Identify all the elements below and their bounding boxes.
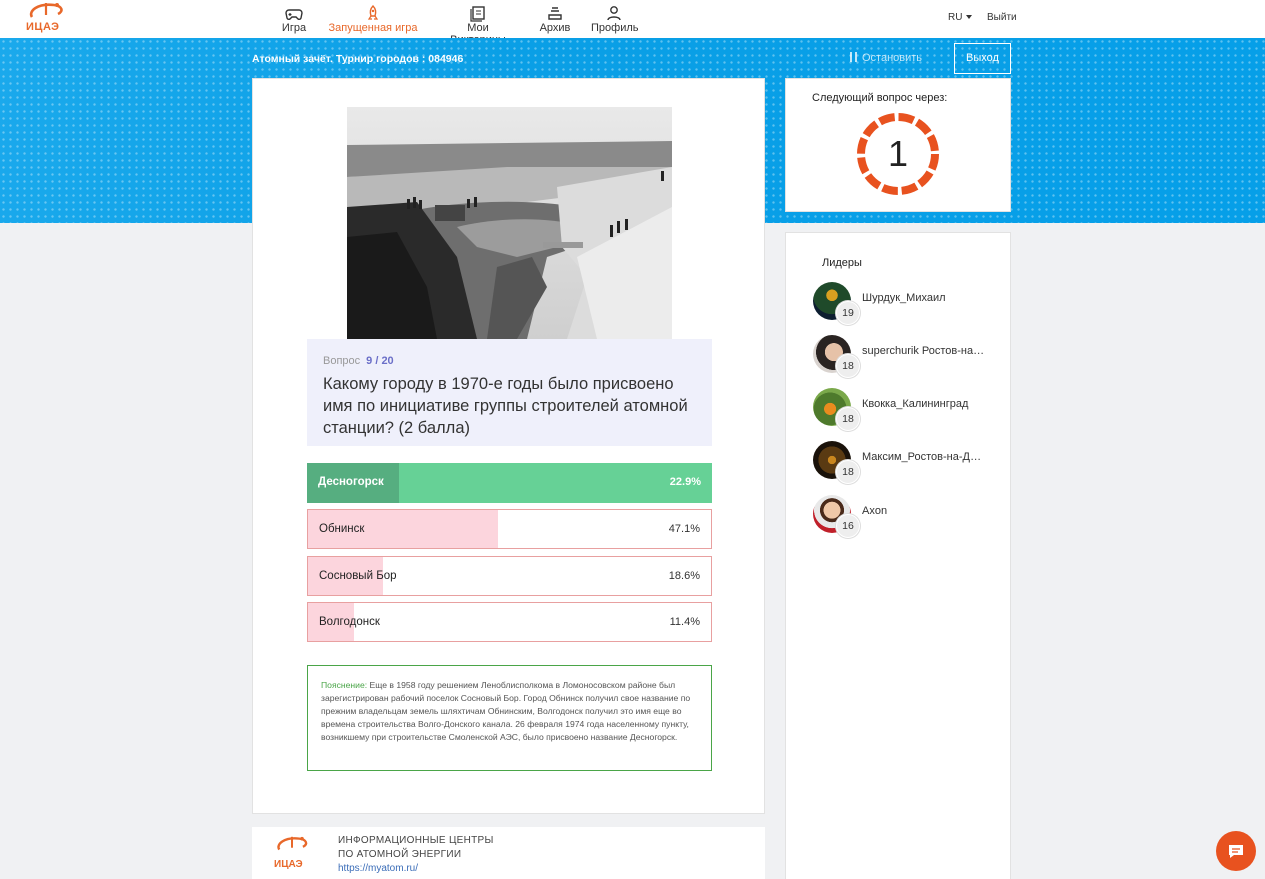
quizzes-icon xyxy=(470,6,485,22)
logout-link[interactable]: Выйти xyxy=(987,12,1017,23)
footer-logo-text: ИЦАЭ xyxy=(274,859,303,870)
caret-down-icon xyxy=(966,15,973,20)
language-select[interactable]: RU xyxy=(948,12,973,23)
footer-title-line: ПО АТОМНОЙ ЭНЕРГИИ xyxy=(338,849,462,860)
answer-label: Обнинск xyxy=(319,523,365,535)
leader-name: Квокка_Калининград xyxy=(862,398,969,410)
footer-link[interactable]: https://myatom.ru/ xyxy=(338,863,418,874)
nav-item-game[interactable]: Игра xyxy=(281,4,307,34)
leader-score: 19 xyxy=(836,301,860,325)
footer: ИЦАЭ ИНФОРМАЦИОННЫЕ ЦЕНТРЫ ПО АТОМНОЙ ЭН… xyxy=(252,827,765,879)
pause-icon xyxy=(850,52,857,62)
timer-title: Следующий вопрос через: xyxy=(812,92,948,104)
answer-percent: 47.1% xyxy=(668,523,700,535)
leader-score: 18 xyxy=(836,407,860,431)
footer-title-line: ИНФОРМАЦИОННЫЕ ЦЕНТРЫ xyxy=(338,835,494,846)
leader-name: Axon xyxy=(862,505,888,517)
answer-percent: 18.6% xyxy=(668,570,700,582)
nav-item-running-game[interactable]: Запущенная игра xyxy=(328,4,418,34)
answer-label: Десногорск xyxy=(318,476,384,488)
explanation-text: Еще в 1958 году решением Ленoблисполкома… xyxy=(321,680,691,742)
question-label: Вопрос xyxy=(323,355,361,367)
leader-item[interactable]: 18 superchurik Ростов-на-Дону xyxy=(813,335,1003,379)
top-navbar: ИЦАЭ Игра Запущенная игра Мои Викторины … xyxy=(0,0,1265,46)
leader-item[interactable]: 16 Axon xyxy=(813,495,1003,539)
answer-option[interactable]: Волгодонск 11.4% xyxy=(307,602,712,642)
answer-label: Сосновый Бор xyxy=(319,570,397,582)
question-image xyxy=(347,107,672,339)
exit-button[interactable]: Выход xyxy=(954,43,1011,74)
nav-item-label: Архив xyxy=(539,22,571,34)
timer-card: Следующий вопрос через: 1 xyxy=(785,78,1011,212)
pause-label: Остановить xyxy=(862,52,923,64)
logo[interactable]: ИЦАЭ xyxy=(24,1,68,35)
nav-item-archive[interactable]: Архив xyxy=(539,4,571,34)
footer-logo: ИЦАЭ xyxy=(272,834,312,870)
pause-button[interactable]: Остановить xyxy=(850,52,922,64)
language-value: RU xyxy=(948,12,963,23)
explanation-heading: Пояснение: xyxy=(321,680,368,690)
leader-item[interactable]: 18 Квокка_Калининград xyxy=(813,388,1003,432)
logo-icon xyxy=(29,3,63,18)
leader-item[interactable]: 18 Максим_Ростов-на-Дону xyxy=(813,441,1003,485)
answer-label: Волгодонск xyxy=(319,616,380,628)
leader-item[interactable]: 19 Шурдук_Михаил xyxy=(813,282,1003,326)
answer-option[interactable]: Десногорск 22.9% xyxy=(307,463,712,503)
leader-score: 16 xyxy=(836,514,860,538)
question-text: Какому городу в 1970-е годы было присвое… xyxy=(323,375,688,437)
leader-name: superchurik Ростов-на-Дону xyxy=(862,345,987,357)
question-card: Вопрос 9 / 20 Какому городу в 1970-е годы… xyxy=(252,78,765,814)
user-icon xyxy=(607,6,621,21)
answer-percent: 22.9% xyxy=(669,476,701,488)
leaders-title: Лидеры xyxy=(822,257,862,269)
chat-icon xyxy=(1229,845,1243,858)
explanation-box: Пояснение: Еще в 1958 году решением Ленo… xyxy=(307,665,712,771)
logo-icon xyxy=(277,836,308,851)
leader-name: Максим_Ростов-на-Дону xyxy=(862,451,987,463)
logo-text: ИЦАЭ xyxy=(26,21,60,33)
answer-option[interactable]: Сосновый Бор 18.6% xyxy=(307,556,712,596)
rocket-icon xyxy=(367,5,379,20)
nav-item-label: Игра xyxy=(281,22,307,34)
nav-item-profile[interactable]: Профиль xyxy=(591,4,639,34)
timer-value: 1 xyxy=(887,133,909,174)
nav-item-label: Профиль xyxy=(591,22,639,34)
chat-button[interactable] xyxy=(1216,831,1256,871)
leader-score: 18 xyxy=(836,354,860,378)
question-box: Вопрос 9 / 20 Какому городу в 1970-е годы… xyxy=(307,339,712,446)
answer-option[interactable]: Обнинск 47.1% xyxy=(307,509,712,549)
gamepad-icon xyxy=(285,9,303,21)
nav-item-label: Запущенная игра xyxy=(328,22,418,34)
archive-icon xyxy=(548,7,562,20)
question-number: 9 / 20 xyxy=(366,355,394,367)
leader-score: 18 xyxy=(836,460,860,484)
leader-name: Шурдук_Михаил xyxy=(862,292,946,304)
answer-percent: 11.4% xyxy=(669,616,700,628)
leaders-card: Лидеры 19 Шурдук_Михаил 18 superchurik Р… xyxy=(785,232,1011,879)
game-title: Атомный зачёт. Турнир городов : 084946 xyxy=(252,53,464,65)
